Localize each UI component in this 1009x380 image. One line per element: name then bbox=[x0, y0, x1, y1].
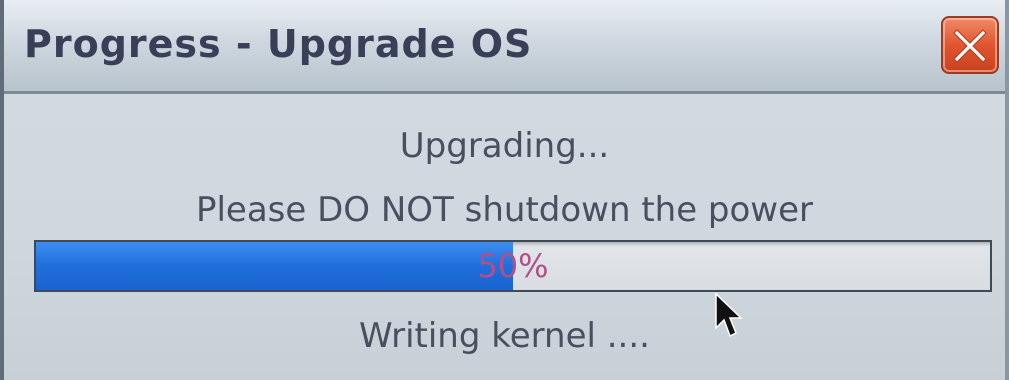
dialog-title: Progress - Upgrade OS bbox=[24, 22, 533, 66]
progress-dialog: Progress - Upgrade OS Upgrading... Pleas… bbox=[0, 0, 1009, 380]
detail-message: Writing kernel .... bbox=[359, 316, 650, 356]
progress-bar: 50% bbox=[34, 240, 992, 292]
warning-message: Please DO NOT shutdown the power bbox=[195, 190, 814, 230]
dialog-body: Upgrading... Please DO NOT shutdown the … bbox=[4, 94, 1005, 374]
close-icon bbox=[953, 29, 987, 63]
title-bar[interactable]: Progress - Upgrade OS bbox=[4, 0, 1005, 94]
mouse-cursor-icon bbox=[715, 292, 743, 338]
close-button[interactable] bbox=[941, 16, 999, 74]
status-message: Upgrading... bbox=[399, 126, 610, 166]
progress-percent: 50% bbox=[477, 247, 549, 285]
